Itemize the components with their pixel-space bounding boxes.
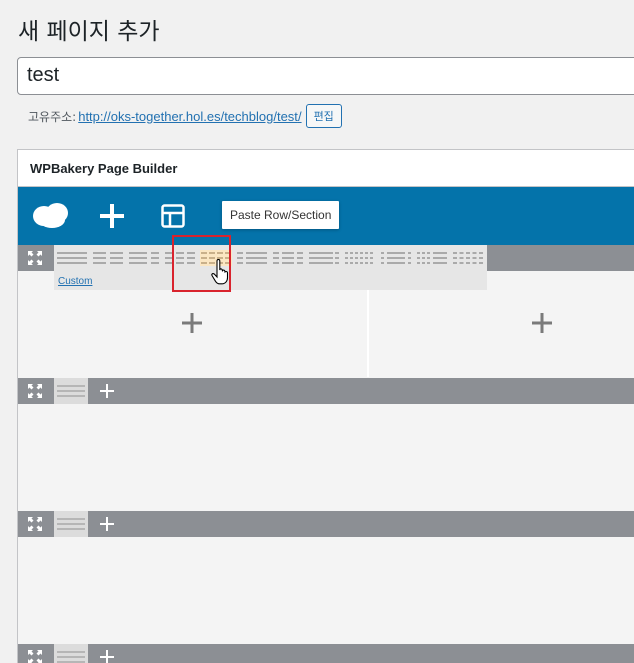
plus-icon[interactable] (100, 204, 124, 233)
row-controls-bar (18, 511, 634, 537)
move-icon[interactable] (18, 511, 52, 537)
add-element-icon[interactable] (532, 313, 552, 333)
row-content (18, 537, 634, 643)
page-builder-navbar: Paste Row/Section (18, 187, 634, 245)
layout-option[interactable] (416, 250, 448, 266)
post-title-input[interactable]: test (17, 57, 634, 95)
layout-option[interactable] (308, 250, 340, 266)
add-column-icon[interactable] (90, 644, 124, 663)
layout-option[interactable] (344, 250, 376, 266)
column (369, 290, 634, 377)
layout-template-icon[interactable] (161, 204, 185, 233)
add-column-icon[interactable] (90, 378, 124, 404)
add-column-icon[interactable] (90, 511, 124, 537)
layout-option[interactable] (452, 250, 484, 266)
page-title: 새 페이지 추가 (18, 19, 160, 45)
move-icon[interactable] (18, 245, 52, 271)
builder-canvas: Custom (18, 245, 634, 663)
permalink-url-base: http://oks-together.hol.es/techblog/ (78, 108, 277, 124)
move-icon[interactable] (18, 378, 52, 404)
layout-option[interactable] (92, 250, 124, 266)
custom-layout-link[interactable]: Custom (58, 276, 92, 287)
row-layout-icon[interactable] (54, 378, 88, 404)
permalink-edit-button[interactable]: 편집 (305, 104, 342, 128)
wpbakery-logo-icon[interactable] (32, 202, 70, 235)
page-builder-panel: WPBakery Page Builder Paste Row/Section (17, 149, 634, 663)
layout-option[interactable] (236, 250, 268, 266)
permalink: 고유주소: http://oks-together.hol.es/techblo… (28, 104, 342, 128)
row-controls-bar (18, 378, 634, 404)
paste-row-tooltip: Paste Row/Section (222, 201, 340, 229)
move-icon[interactable] (18, 644, 52, 663)
permalink-url-trailing: / (297, 108, 302, 124)
permalink-label: 고유주소: (28, 109, 77, 124)
column (18, 290, 367, 377)
row-controls-bar (18, 644, 634, 663)
layout-option[interactable] (380, 250, 412, 266)
layout-option[interactable] (128, 250, 160, 266)
add-element-icon[interactable] (182, 313, 202, 333)
layout-option[interactable] (56, 250, 88, 266)
row-layout-popup: Custom (54, 245, 487, 290)
permalink-slug: test (276, 108, 298, 124)
permalink-link[interactable]: http://oks-together.hol.es/techblog/test… (78, 109, 301, 124)
page-builder-title: WPBakery Page Builder (18, 150, 634, 187)
row-layout-icon[interactable] (54, 511, 88, 537)
row-content (18, 404, 634, 510)
row-layout-icon[interactable] (54, 644, 88, 663)
hand-pointer-icon (211, 258, 231, 290)
layout-option[interactable] (272, 250, 304, 266)
